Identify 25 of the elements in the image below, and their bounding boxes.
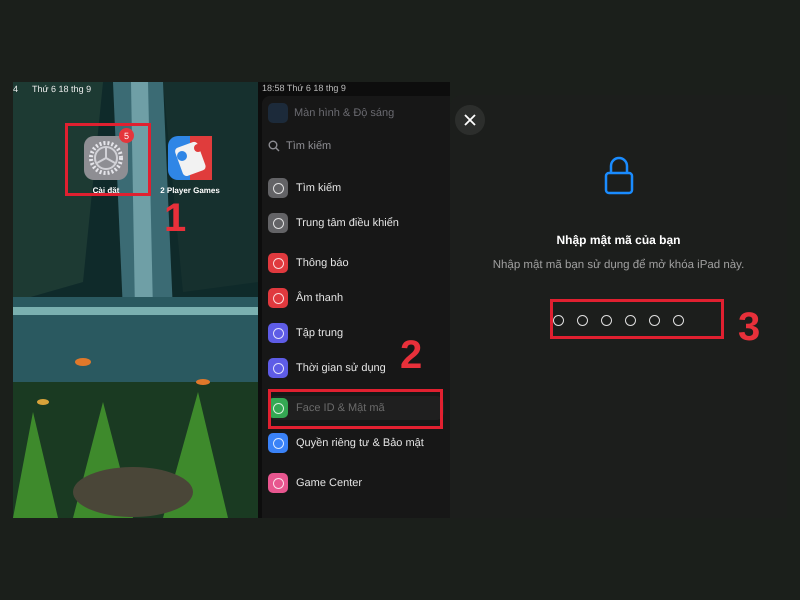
settings-item[interactable]: Trung tâm điều khiển [268,211,403,235]
app-icon [268,103,288,123]
settings-item[interactable]: Thời gian sử dụng [268,356,390,380]
search-icon [268,140,280,152]
settings-item[interactable]: Âm thanh [268,286,348,310]
passcode-title: Nhập mật mã của bạn [556,233,681,247]
status-time: 4 [13,84,18,96]
lock-icon [604,155,634,195]
step-number: 3 [738,307,760,347]
game-app-icon[interactable] [168,136,212,180]
settings-item[interactable]: Thông báo [268,251,353,275]
step-number: 2 [400,335,422,375]
settings-item[interactable]: Game Center [268,471,366,495]
status-text: 18:58 Thứ 6 18 thg 9 [262,83,346,93]
passcode-subtitle: Nhập mật mã bạn sử dụng để mở khóa iPad này. [492,259,744,271]
settings-item[interactable]: Quyền riêng tư & Bảo mật [268,431,428,455]
status-date: Thứ 6 18 thg 9 [32,84,92,96]
close-button[interactable] [455,105,485,135]
settings-item[interactable]: Tìm kiếm [268,176,346,200]
settings-item[interactable]: Tập trung [268,321,348,345]
app-label: Cài đặt [92,186,120,195]
step-number: 1 [164,198,186,238]
app-label: 2 Player Games [160,186,220,195]
close-icon [463,113,477,127]
search-field[interactable]: Tìm kiếm [286,140,406,152]
